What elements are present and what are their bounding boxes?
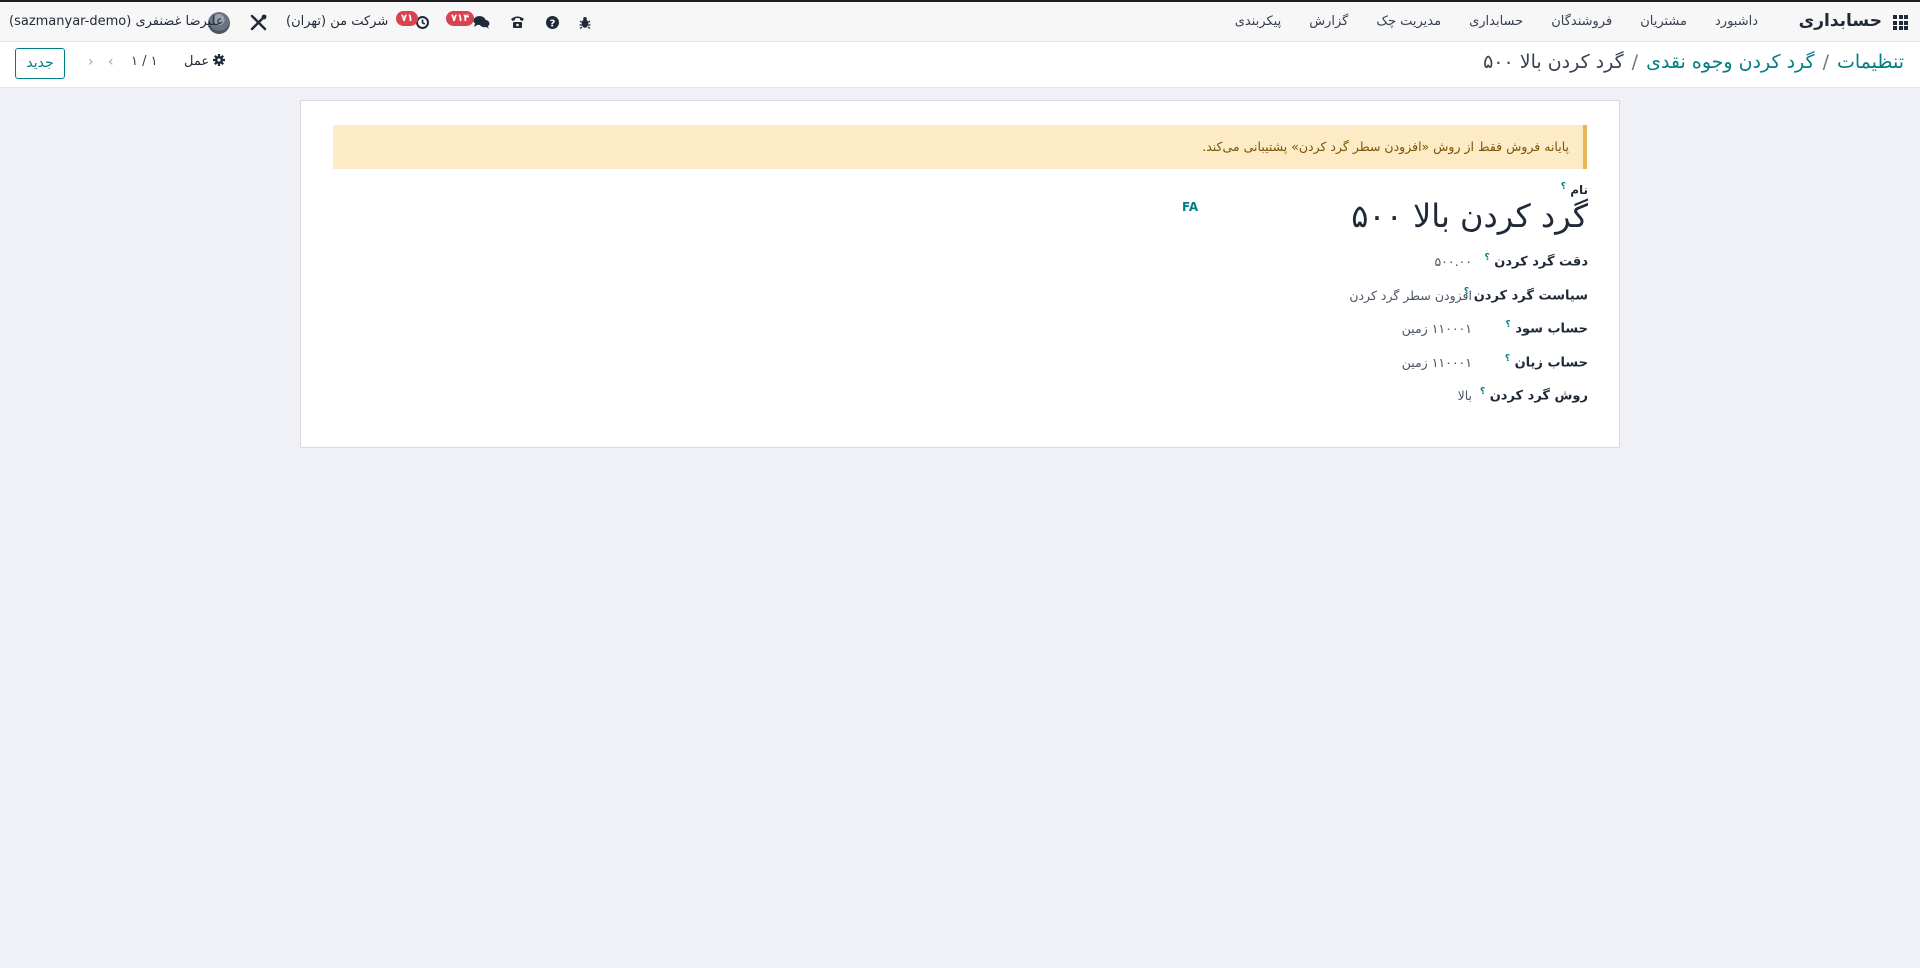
pager-next-icon[interactable]: › [108,54,114,70]
action-menu-button[interactable]: عمل [184,54,226,69]
field-rounding-strategy: سیاست گرد کردن ؟ افزودن سطر گرد کردن [988,287,1588,309]
messages-icon[interactable] [473,15,490,29]
breadcrumb: تنظیمات / گرد کردن وجوه نقدی / گرد کردن … [1483,51,1904,73]
breadcrumb-current-record: گرد کردن بالا ۵۰۰ [1483,51,1624,73]
activity-count-badge: ۷۱ [396,11,419,26]
field-label: سیاست گرد کردن ؟ [1464,287,1588,303]
rounding-precision-value[interactable]: ۵۰۰.۰۰ [1434,254,1472,269]
breadcrumb-separator: / [1822,51,1829,73]
field-label: روش گرد کردن ؟ [1480,387,1588,403]
name-field[interactable]: گرد کردن بالا ۵۰۰ [1351,197,1588,235]
field-rounding-method: روش گرد کردن ؟ بالا [988,387,1588,409]
field-loss-account: حساب زیان ؟ ۱۱۰۰۰۱ زمین [988,354,1588,376]
field-label-text: دقت گرد کردن [1494,254,1588,270]
new-record-button[interactable]: جدید [15,48,65,79]
debug-bug-icon[interactable] [579,16,591,29]
field-label-text: حساب زیان [1514,355,1588,371]
phone-icon[interactable] [510,15,525,29]
loss-account-value[interactable]: ۱۱۰۰۰۱ زمین [1402,355,1472,370]
top-navbar: حسابداری داشبورد مشتریان فروشندگان حسابد… [0,0,1920,42]
rounding-strategy-value[interactable]: افزودن سطر گرد کردن [1349,288,1472,303]
profit-account-value[interactable]: ۱۱۰۰۰۱ زمین [1402,321,1472,336]
field-label-text: سیاست گرد کردن [1473,288,1588,304]
control-panel: تنظیمات / گرد کردن وجوه نقدی / گرد کردن … [0,42,1920,88]
help-tooltip-icon[interactable]: ؟ [1485,253,1490,263]
menu-item-configuration[interactable]: پیکربندی [1221,14,1295,29]
systray: ? ۷۱۴ ۷۱ شرکت من (تهران) علیرضا غضنفری (… [0,2,600,42]
field-label: دقت گرد کردن ؟ [1485,253,1589,269]
breadcrumb-settings[interactable]: تنظیمات [1837,51,1904,73]
translate-language-button[interactable]: FA [1182,200,1198,214]
svg-text:?: ? [550,18,556,29]
messages-count-badge: ۷۱۴ [446,11,475,26]
pager-value[interactable]: ۱ / ۱ [131,54,158,69]
name-label: نام ؟ [1561,182,1588,197]
field-rounding-precision: دقت گرد کردن ؟ ۵۰۰.۰۰ [988,253,1588,275]
company-switcher[interactable]: شرکت من (تهران) [286,14,388,29]
menu-item-accounting[interactable]: حسابداری [1455,14,1537,29]
menu-item-customers[interactable]: مشتریان [1626,14,1701,29]
main-menu: داشبورد مشتریان فروشندگان حسابداری مدیری… [1221,14,1772,29]
menu-item-check-management[interactable]: مدیریت چک [1362,14,1455,29]
gear-icon [213,54,226,66]
field-label-text: حساب سود [1515,321,1588,337]
apps-menu-icon[interactable] [1893,15,1908,30]
name-label-text: نام [1570,183,1588,197]
user-menu[interactable]: علیرضا غضنفری (sazmanyar-demo) [9,14,224,29]
breadcrumb-separator: / [1631,51,1639,73]
help-tooltip-icon[interactable]: ؟ [1561,182,1566,192]
help-tooltip-icon[interactable]: ؟ [1480,387,1485,397]
tools-icon[interactable] [250,14,267,31]
action-menu-label: عمل [184,54,210,69]
field-label-text: روش گرد کردن [1489,388,1588,404]
pager-previous-icon[interactable]: ‹ [88,54,94,70]
warning-alert: پایانه فروش فقط از روش «افزودن سطر گرد ک… [333,125,1587,169]
field-label: حساب سود ؟ [1506,320,1588,336]
menu-item-reporting[interactable]: گزارش [1295,14,1362,29]
rounding-method-value[interactable]: بالا [1458,388,1472,403]
help-icon[interactable]: ? [546,16,559,29]
breadcrumb-cash-rounding[interactable]: گرد کردن وجوه نقدی [1646,51,1815,73]
help-tooltip-icon[interactable]: ؟ [1506,320,1511,330]
form-sheet: پایانه فروش فقط از روش «افزودن سطر گرد ک… [300,100,1620,448]
field-label: حساب زیان ؟ [1505,354,1588,370]
menu-item-vendors[interactable]: فروشندگان [1537,14,1626,29]
app-title[interactable]: حسابداری [1799,11,1882,31]
field-profit-account: حساب سود ؟ ۱۱۰۰۰۱ زمین [988,320,1588,342]
help-tooltip-icon[interactable]: ؟ [1505,354,1510,364]
menu-item-dashboard[interactable]: داشبورد [1701,14,1772,29]
